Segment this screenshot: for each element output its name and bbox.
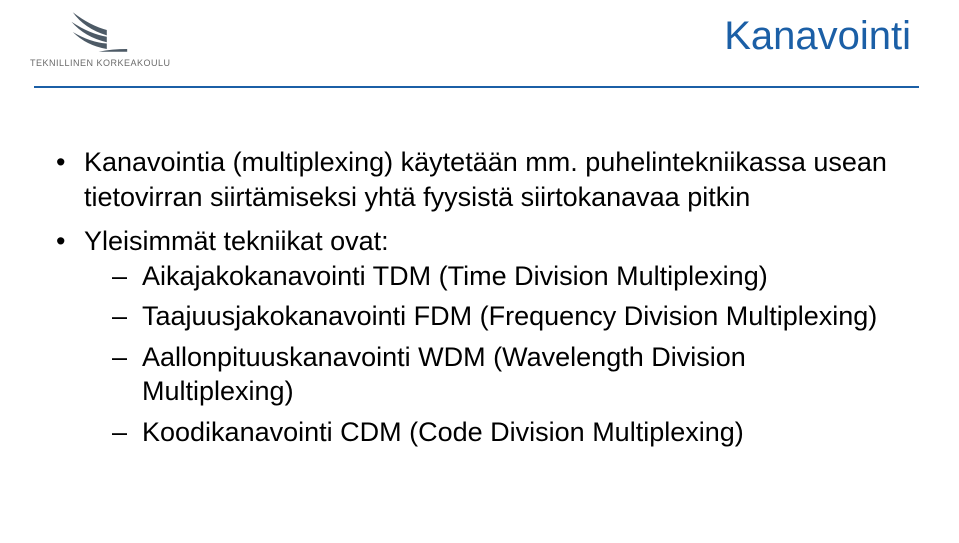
slide-title: Kanavointi [724,14,911,59]
slide-header: TEKNILLINEN KORKEAKOULU Kanavointi [0,0,959,100]
bullet-text: Kanavointia (multiplexing) käytetään mm.… [84,147,887,212]
sub-bullet-item: Aallonpituuskanavointi WDM (Wavelength D… [112,340,899,409]
bullet-text: Yleisimmät tekniikat ovat: [84,226,389,256]
wing-icon [66,8,134,56]
sub-bullet-item: Koodikanavointi CDM (Code Division Multi… [112,415,899,450]
sub-bullet-text: Koodikanavointi CDM (Code Division Multi… [142,417,744,447]
sub-bullet-item: Aikajakokanavointi TDM (Time Division Mu… [112,259,899,294]
title-rule [34,86,919,88]
sub-bullet-text: Aallonpituuskanavointi WDM (Wavelength D… [142,342,746,407]
slide-body: Kanavointia (multiplexing) käytetään mm.… [56,145,899,459]
bullet-item: Yleisimmät tekniikat ovat: Aikajakokanav… [56,224,899,449]
sub-bullet-text: Taajuusjakokanavointi FDM (Frequency Div… [142,301,877,331]
sub-bullet-text: Aikajakokanavointi TDM (Time Division Mu… [142,261,768,291]
sub-bullet-item: Taajuusjakokanavointi FDM (Frequency Div… [112,299,899,334]
institution-name: TEKNILLINEN KORKEAKOULU [30,58,171,68]
institution-logo: TEKNILLINEN KORKEAKOULU [30,8,171,68]
bullet-item: Kanavointia (multiplexing) käytetään mm.… [56,145,899,214]
